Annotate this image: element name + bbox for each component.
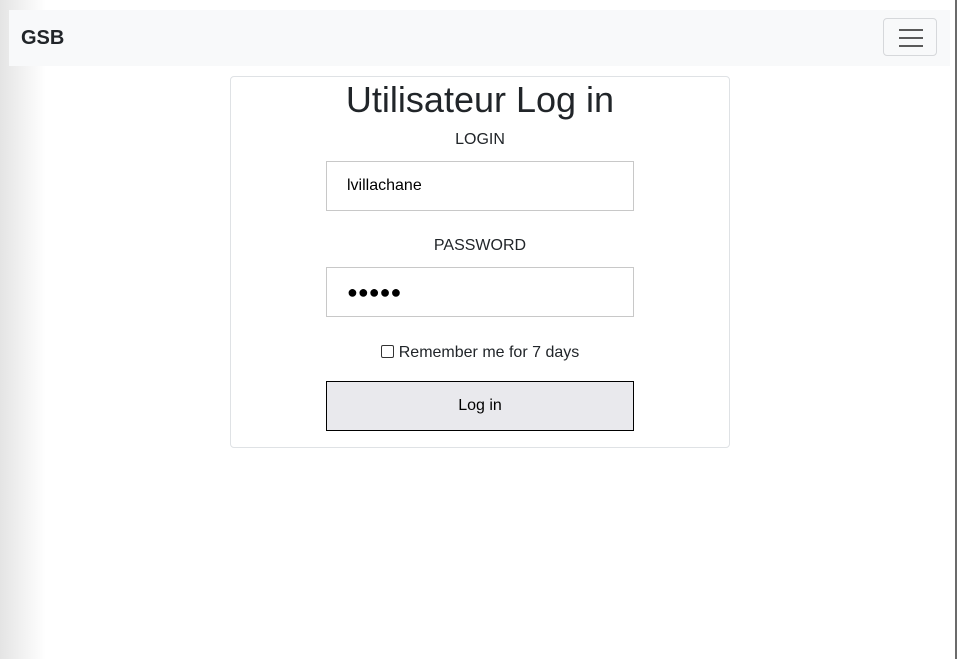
login-label: LOGIN (455, 131, 505, 148)
password-input[interactable]: ●●●●● (326, 267, 634, 317)
password-label: PASSWORD (433, 237, 527, 254)
top-navbar: GSB (9, 10, 950, 66)
remember-me-checkbox[interactable] (380, 345, 394, 358)
page-title: Utilisateur Log in (345, 79, 615, 120)
password-mask: ●●●●● (347, 282, 402, 302)
navbar-toggler-button[interactable] (883, 18, 937, 56)
login-card: Utilisateur Log in LOGIN PASSWORD ●●●●● … (230, 76, 730, 448)
window-edge-shadow (0, 0, 46, 659)
login-button[interactable]: Log in (326, 381, 634, 431)
remember-me-label[interactable]: Remember me for 7 days (399, 344, 580, 361)
login-input[interactable] (326, 161, 634, 211)
remember-me-row: Remember me for 7 days (231, 343, 729, 363)
window-right-border (955, 0, 957, 659)
brand-logo[interactable]: GSB (21, 26, 64, 50)
